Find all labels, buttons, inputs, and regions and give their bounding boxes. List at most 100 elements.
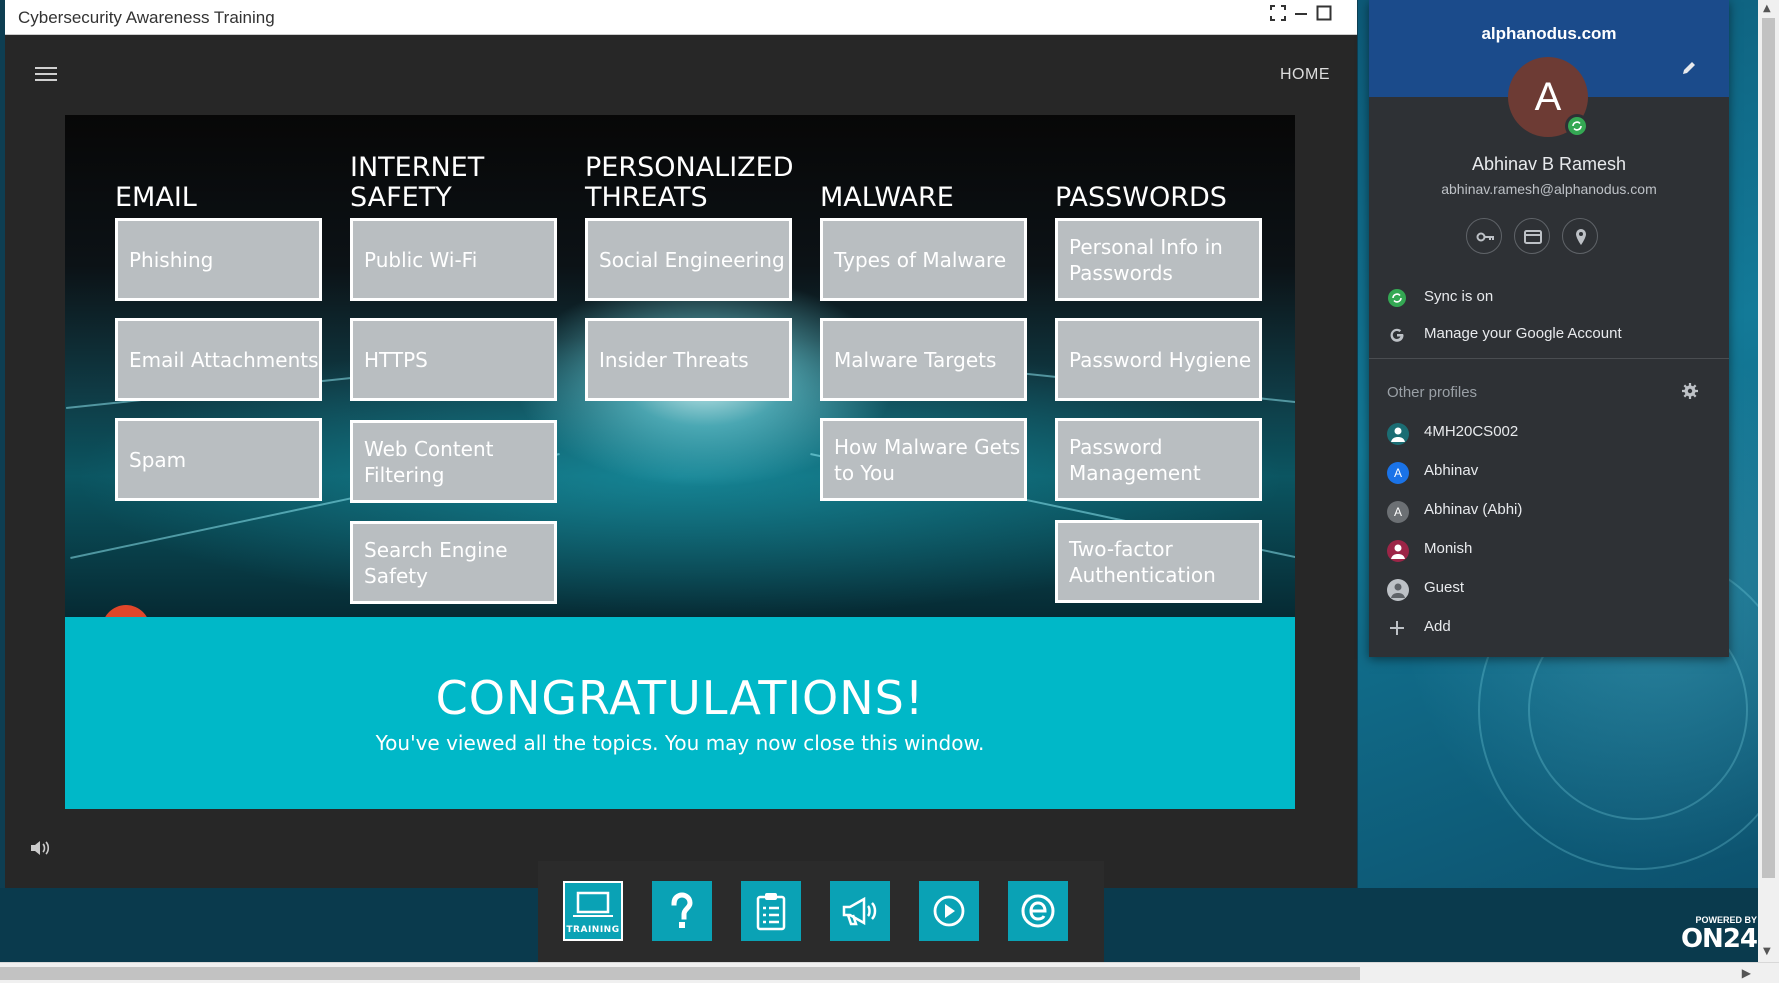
person-icon [1387, 540, 1409, 562]
horizontal-scroll-thumb[interactable] [0, 967, 1360, 980]
home-link[interactable]: HOME [1280, 66, 1330, 84]
topic-social-engineering[interactable]: Social Engineering [585, 218, 792, 301]
topic-search-engine-safety[interactable]: Search Engine Safety [350, 521, 557, 604]
congratulations-message: You've viewed all the topics. You may no… [375, 731, 985, 755]
congratulations-title: CONGRATULATIONS! [435, 671, 925, 725]
sync-row[interactable]: Sync is on [1369, 279, 1729, 315]
topic-personal-info-in-passwords[interactable]: Personal Info in Passwords [1055, 218, 1262, 301]
profile-email: abhinav.ramesh@alphanodus.com [1441, 181, 1657, 197]
topic-label: HTTPS [364, 347, 428, 372]
topic-types-of-malware[interactable]: Types of Malware [820, 218, 1027, 301]
profile-item-label: 4MH20CS002 [1424, 423, 1519, 440]
profile-domain: alphanodus.com [1481, 24, 1617, 43]
play-button[interactable] [919, 881, 979, 941]
profile-item-abhinav[interactable]: A Abhinav [1369, 453, 1729, 489]
on24-logo: ON24 [1680, 924, 1758, 954]
maximize-icon[interactable] [1313, 5, 1335, 27]
congratulations-panel: CONGRATULATIONS! You've viewed all the t… [65, 617, 1295, 809]
topic-label: Types of Malware [834, 247, 1007, 272]
google-g-icon [1387, 325, 1407, 345]
topic-label: Search Engine Safety [364, 537, 508, 588]
topic-label: Insider Threats [599, 347, 749, 372]
fullscreen-icon[interactable] [1267, 5, 1289, 27]
profile-item-guest[interactable]: Guest [1369, 570, 1729, 606]
credit-card-icon [1524, 230, 1542, 244]
other-profiles-label: Other profiles [1387, 384, 1478, 401]
category-personalized-threats: PERSONALIZED THREATS [585, 152, 794, 213]
topic-password-hygiene[interactable]: Password Hygiene [1055, 318, 1262, 401]
profile-item-abhinav-abhi[interactable]: A Abhinav (Abhi) [1369, 492, 1729, 528]
guest-icon [1387, 579, 1409, 601]
vertical-scroll-thumb[interactable] [1762, 18, 1775, 878]
help-button[interactable] [652, 881, 712, 941]
topic-insider-threats[interactable]: Insider Threats [585, 318, 792, 401]
manage-account-label: Manage your Google Account [1424, 325, 1622, 342]
addresses-button[interactable] [1562, 218, 1598, 254]
question-icon [671, 892, 693, 928]
avatar-letter-icon: A [1387, 462, 1409, 484]
topic-public-wifi[interactable]: Public Wi-Fi [350, 218, 557, 301]
powered-by-on24: POWERED BY ON24 [1665, 915, 1758, 954]
topic-web-content-filtering[interactable]: Web Content Filtering [350, 420, 557, 503]
profile-item-monish[interactable]: Monish [1369, 531, 1729, 567]
topic-label: Malware Targets [834, 347, 997, 372]
location-pin-icon [1576, 229, 1586, 245]
eset-button[interactable] [1008, 881, 1068, 941]
topic-label: Spam [129, 447, 187, 472]
minimize-icon[interactable] [1290, 5, 1312, 27]
laptop-icon [573, 892, 613, 918]
profile-name: Abhinav B Ramesh [1471, 154, 1627, 174]
resources-button[interactable] [741, 881, 801, 941]
horizontal-scrollbar[interactable]: ▶ [0, 962, 1779, 983]
manage-account-row[interactable]: Manage your Google Account [1369, 316, 1729, 352]
profile-item-label: Monish [1424, 540, 1473, 557]
training-caption: TRAINING [566, 925, 620, 935]
announcements-button[interactable] [830, 881, 890, 941]
topic-https[interactable]: HTTPS [350, 318, 557, 401]
profile-item-4mh20cs002[interactable]: 4MH20CS002 [1369, 414, 1729, 450]
vertical-scrollbar[interactable]: ▲ ▼ [1758, 0, 1779, 962]
topic-email-attachments[interactable]: Email Attachments [115, 318, 322, 401]
topic-how-malware-gets-to-you[interactable]: How Malware Gets to You [820, 418, 1027, 501]
menu-icon[interactable] [35, 67, 57, 83]
add-profile-button[interactable]: Add [1369, 609, 1729, 645]
topic-label: Public Wi-Fi [364, 247, 478, 272]
course-window: Cybersecurity Awareness Training HOME EM… [5, 0, 1357, 888]
volume-icon[interactable] [29, 838, 53, 860]
topic-label: Web Content Filtering [364, 436, 494, 487]
edit-icon[interactable] [1681, 60, 1697, 80]
category-internet-safety: INTERNET SAFETY [350, 152, 485, 213]
passwords-button[interactable] [1466, 218, 1502, 254]
topic-spam[interactable]: Spam [115, 418, 322, 501]
sync-icon [1387, 288, 1407, 308]
topic-malware-targets[interactable]: Malware Targets [820, 318, 1027, 401]
training-button[interactable]: TRAINING [563, 881, 623, 941]
sync-label: Sync is on [1424, 288, 1494, 305]
topic-label: Password Hygiene [1069, 347, 1252, 372]
topic-label: Two-factor Authentication [1069, 536, 1216, 587]
orange-marker [102, 605, 150, 617]
scroll-right-icon[interactable]: ▶ [1742, 966, 1751, 980]
topic-password-management[interactable]: Password Management [1055, 418, 1262, 501]
scroll-up-icon[interactable]: ▲ [1763, 3, 1771, 14]
sync-badge [1565, 114, 1589, 138]
topic-label: Social Engineering [599, 247, 785, 272]
topic-label: Personal Info in Passwords [1069, 234, 1223, 285]
payment-methods-button[interactable] [1514, 218, 1550, 254]
bottom-toolbar: TRAINING [538, 861, 1104, 963]
category-email: EMAIL [115, 182, 197, 213]
topic-two-factor-authentication[interactable]: Two-factor Authentication [1055, 520, 1262, 603]
window-titlebar: Cybersecurity Awareness Training [5, 0, 1357, 35]
topic-menu-stage: EMAIL Phishing Email Attachments Spam IN… [65, 115, 1295, 617]
profile-popup: alphanodus.com A Abhinav B Ramesh abhina… [1369, 0, 1729, 657]
person-icon [1387, 423, 1409, 445]
megaphone-icon [842, 896, 877, 926]
clipboard-icon [756, 893, 786, 931]
add-profile-label: Add [1424, 618, 1451, 635]
topic-phishing[interactable]: Phishing [115, 218, 322, 301]
gear-icon[interactable] [1681, 382, 1699, 404]
scroll-down-icon[interactable]: ▼ [1763, 946, 1771, 957]
sync-icon [1572, 121, 1582, 131]
play-icon [933, 895, 965, 927]
category-passwords: PASSWORDS [1055, 182, 1227, 213]
